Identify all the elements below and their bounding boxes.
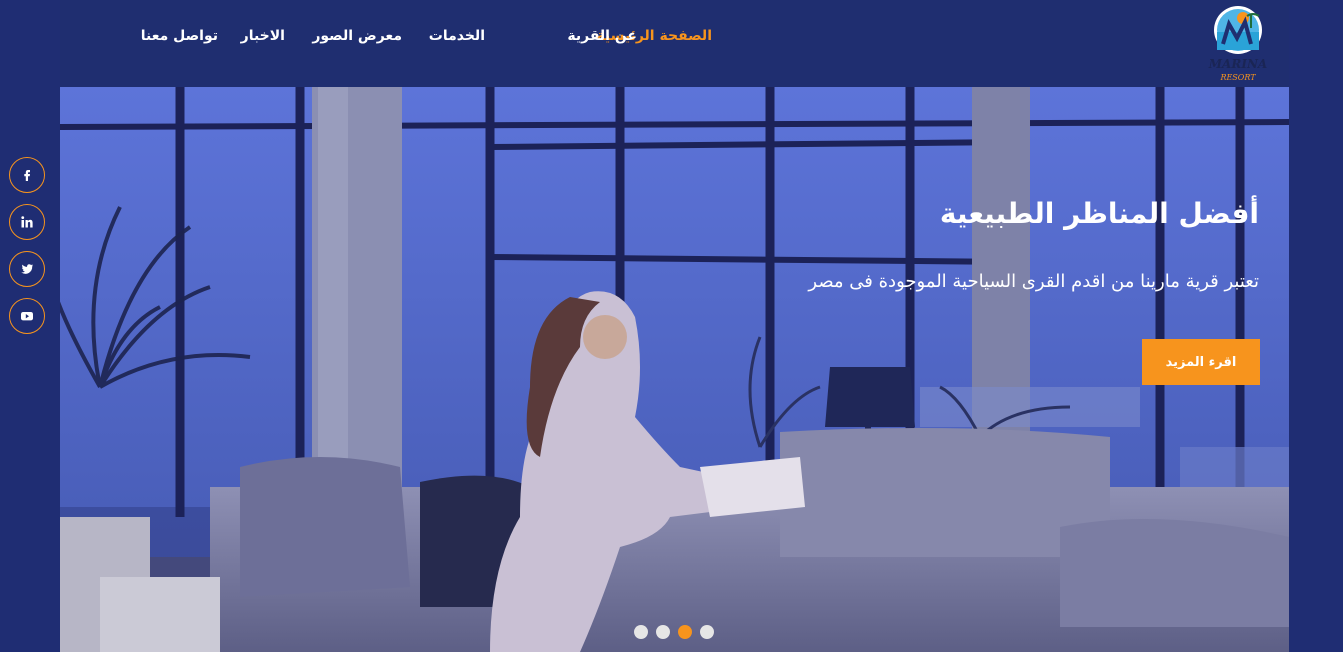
nav-services[interactable]: الخدمات xyxy=(429,28,485,44)
twitter-icon xyxy=(21,264,33,274)
hero-background-image xyxy=(60,87,1289,652)
nav-news[interactable]: الاخبار xyxy=(241,28,285,44)
hero-slider: أفضل المناظر الطبيعية تعتبر قرية مارينا … xyxy=(60,87,1289,652)
main-nav: الصفحة الرئيسية عن القرية الخدمات معرض ا… xyxy=(60,28,1289,48)
nav-gallery[interactable]: معرض الصور xyxy=(312,28,402,44)
nav-contact[interactable]: تواصل معنا xyxy=(141,28,218,44)
slider-pagination xyxy=(634,625,714,639)
youtube-icon xyxy=(21,312,33,321)
hero-title: أفضل المناظر الطبيعية xyxy=(939,197,1259,230)
linkedin-link[interactable] xyxy=(9,204,45,240)
slider-dot[interactable] xyxy=(700,625,714,639)
youtube-link[interactable] xyxy=(9,298,45,334)
svg-text:RESORT: RESORT xyxy=(1219,73,1256,82)
facebook-link[interactable] xyxy=(9,157,45,193)
facebook-icon xyxy=(24,170,30,181)
read-more-button[interactable]: اقرء المزيد xyxy=(1142,339,1260,385)
logo-icon: MARINA RESORT xyxy=(1208,6,1267,82)
site-header: الصفحة الرئيسية عن القرية الخدمات معرض ا… xyxy=(60,0,1289,87)
slider-dot[interactable] xyxy=(634,625,648,639)
nav-about[interactable]: عن القرية xyxy=(567,28,637,44)
social-links xyxy=(9,157,45,334)
svg-text:MARINA: MARINA xyxy=(1208,57,1267,71)
hero-subtitle: تعتبر قرية مارينا من اقدم القرى السياحية… xyxy=(808,271,1259,292)
site-logo[interactable]: MARINA RESORT xyxy=(1207,4,1269,84)
slider-dot-active[interactable] xyxy=(678,625,692,639)
twitter-link[interactable] xyxy=(9,251,45,287)
slider-dot[interactable] xyxy=(656,625,670,639)
linkedin-icon xyxy=(21,216,33,228)
